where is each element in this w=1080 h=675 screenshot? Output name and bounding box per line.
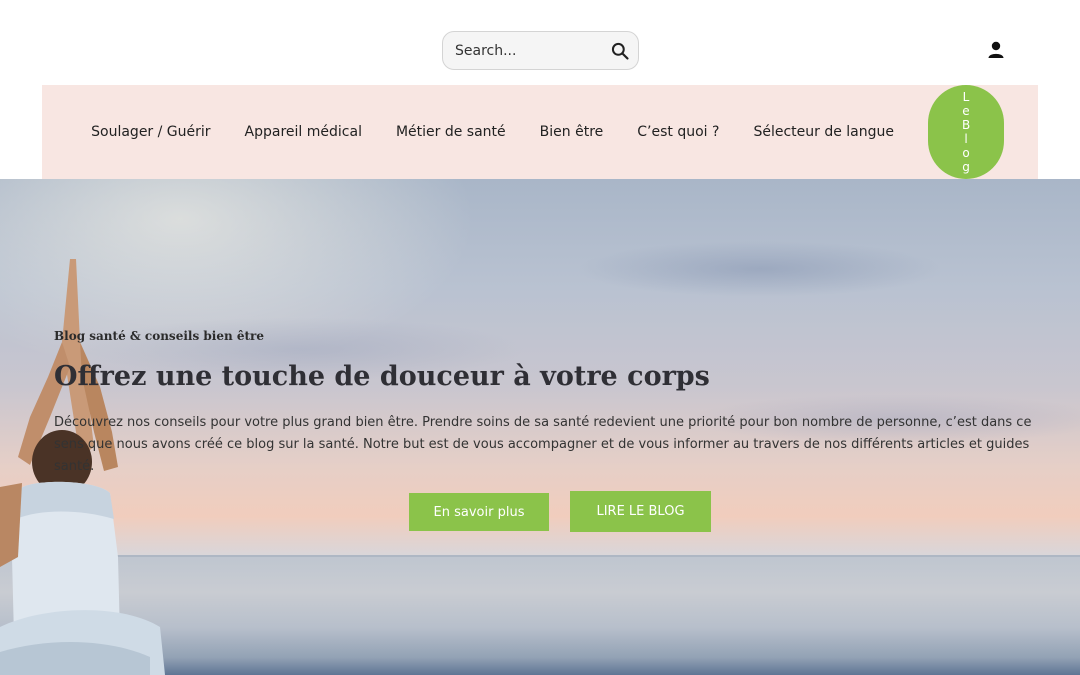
hero-eyebrow: Blog santé & conseils bien être [54, 329, 264, 343]
main-navigation: Soulager / Guérir Appareil médical Métie… [42, 85, 1038, 179]
blog-button-label: LeBlog [962, 90, 971, 174]
nav-item-cest-quoi[interactable]: C’est quoi ? [637, 124, 719, 140]
blog-button[interactable]: LeBlog [928, 85, 1004, 179]
nav-item-appareil-medical[interactable]: Appareil médical [245, 124, 362, 140]
search-box[interactable] [442, 31, 639, 70]
read-blog-button[interactable]: LIRE LE BLOG [570, 491, 711, 532]
nav-item-metier-de-sante[interactable]: Métier de santé [396, 124, 506, 140]
nav-item-language-selector[interactable]: Sélecteur de langue [753, 124, 894, 140]
hero-section: Blog santé & conseils bien être Offrez u… [0, 179, 1080, 675]
hero-headline: Offrez une touche de douceur à votre cor… [54, 361, 710, 392]
nav-item-soulager-guerir[interactable]: Soulager / Guérir [91, 124, 210, 140]
nav-menu: Soulager / Guérir Appareil médical Métie… [42, 85, 922, 179]
nav-item-bien-etre[interactable]: Bien être [540, 124, 604, 140]
hero-content: Blog santé & conseils bien être Offrez u… [54, 329, 1064, 478]
user-icon[interactable] [986, 40, 1006, 60]
search-input[interactable] [455, 32, 605, 69]
hero-paragraph: Découvrez nos conseils pour votre plus g… [54, 415, 1032, 474]
learn-more-button[interactable]: En savoir plus [409, 493, 549, 531]
top-bar [0, 0, 1080, 85]
search-icon[interactable] [610, 41, 630, 61]
